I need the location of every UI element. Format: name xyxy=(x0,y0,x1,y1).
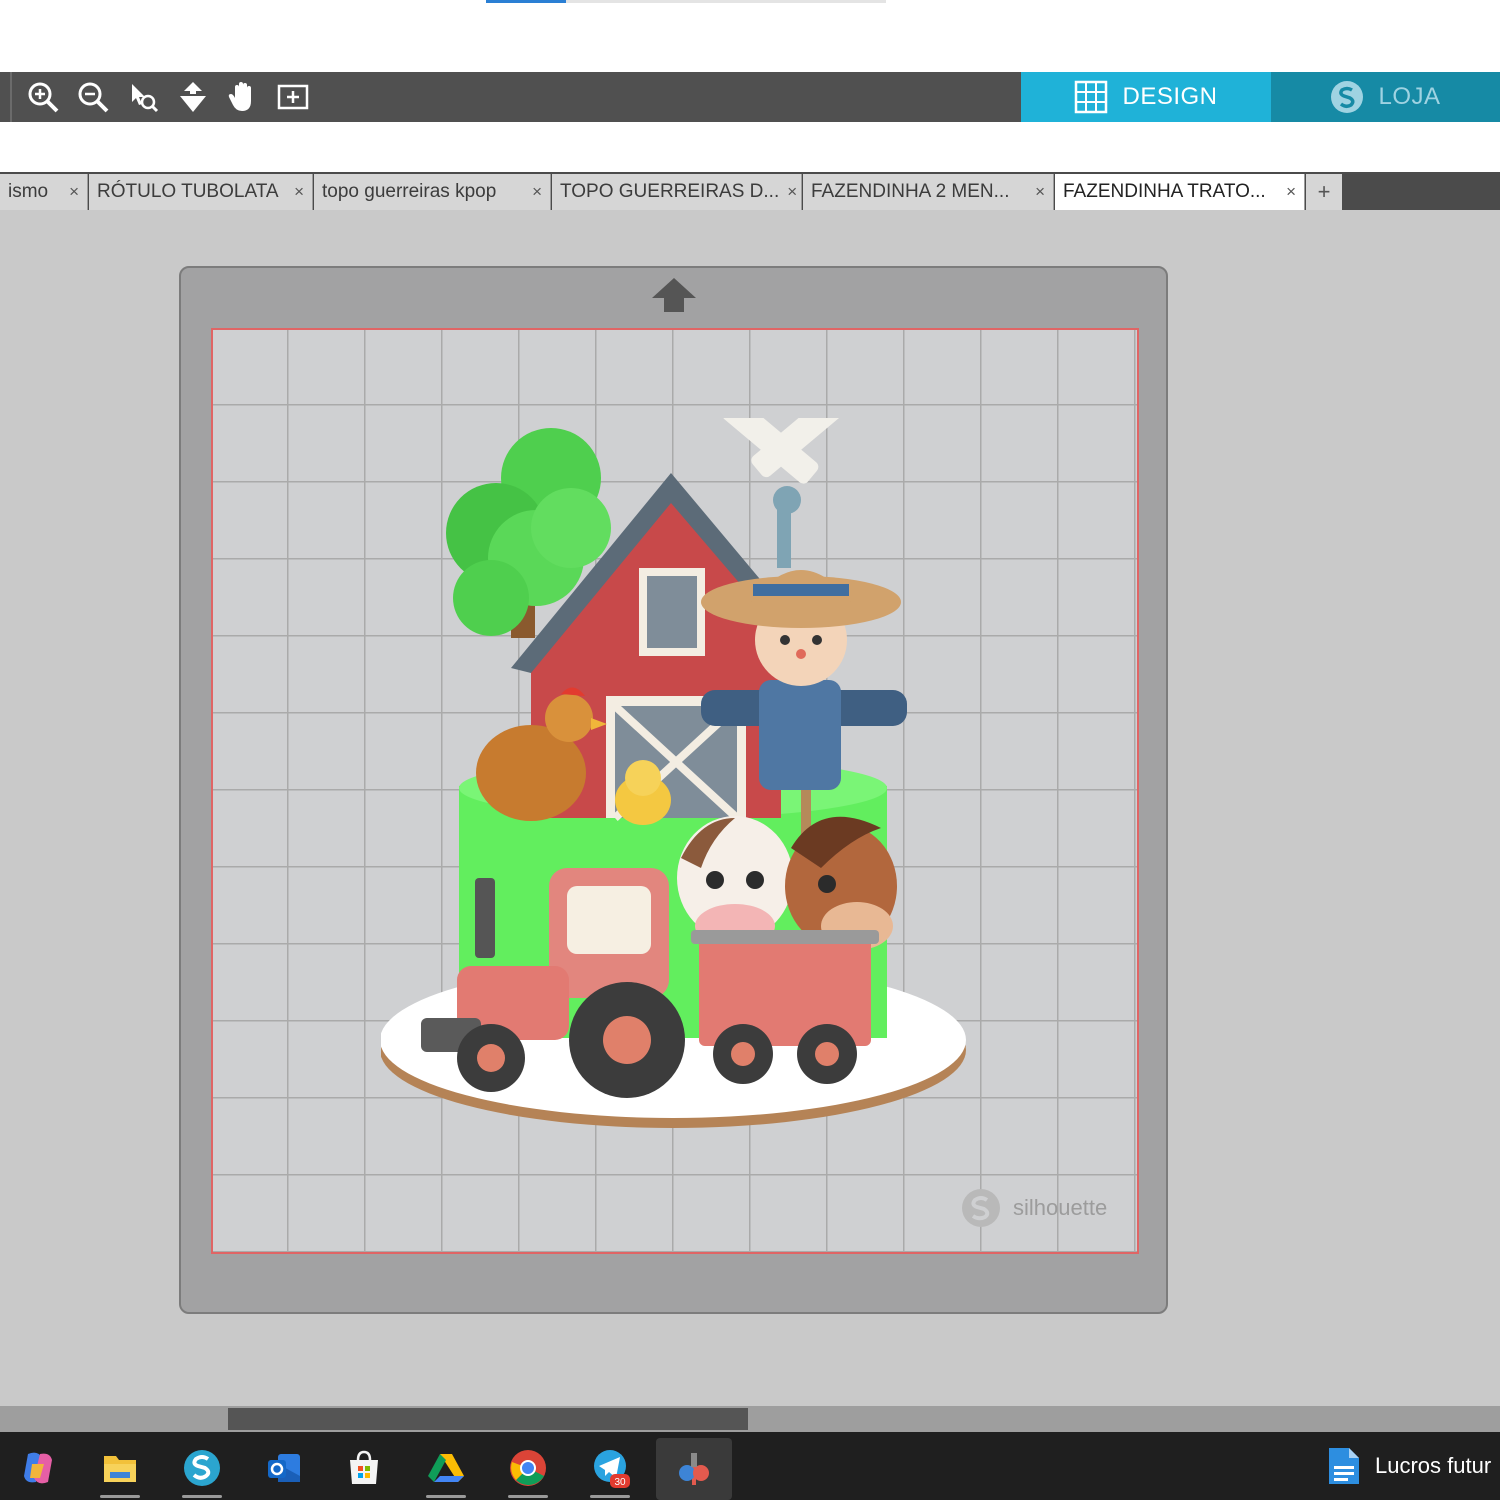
feed-direction-arrow-icon xyxy=(652,278,696,312)
design-tab[interactable]: DESIGN xyxy=(1021,72,1271,122)
pan-hand-button[interactable] xyxy=(224,78,262,116)
taskbar-chrome[interactable] xyxy=(496,1438,560,1498)
chrome-icon xyxy=(510,1450,546,1486)
toolbar-separator xyxy=(10,72,12,122)
loading-progress-fill xyxy=(486,0,566,3)
cut-area-grid[interactable]: silhouette xyxy=(211,328,1139,1254)
outlook-icon xyxy=(268,1454,300,1482)
design-tab-label: DESIGN xyxy=(1122,83,1218,110)
store-tab-label: LOJA xyxy=(1378,83,1441,110)
taskbar-cutting-app[interactable] xyxy=(656,1438,732,1500)
tab-label: FAZENDINHA 2 MEN... xyxy=(811,181,1010,202)
taskbar-outlook[interactable] xyxy=(252,1438,316,1498)
taskbar-copilot[interactable] xyxy=(6,1438,70,1498)
tab-label: TOPO GUERREIRAS D... xyxy=(560,181,780,202)
taskbar-microsoft-store[interactable] xyxy=(332,1438,396,1498)
document-tab-active[interactable]: FAZENDINHA TRATO... × xyxy=(1055,174,1305,210)
google-drive-icon xyxy=(428,1454,464,1482)
close-tab-icon[interactable]: × xyxy=(787,182,797,202)
zoom-out-icon xyxy=(78,82,109,113)
microsoft-store-icon xyxy=(350,1450,378,1484)
document-tab[interactable]: FAZENDINHA 2 MEN... × xyxy=(803,174,1054,210)
windmill xyxy=(722,418,848,568)
zoom-select-button[interactable] xyxy=(124,78,162,116)
zoom-in-icon xyxy=(28,82,59,113)
document-tab[interactable]: RÓTULO TUBOLATA × xyxy=(89,174,313,210)
horizontal-scrollbar[interactable] xyxy=(0,1406,1500,1432)
document-file-icon xyxy=(1329,1448,1359,1484)
document-tab[interactable]: ismo × xyxy=(0,174,88,210)
silhouette-logo-icon xyxy=(962,1189,1000,1227)
document-tab-bar: ismo × RÓTULO TUBOLATA × topo guerreiras… xyxy=(0,172,1500,210)
taskbar-google-drive[interactable] xyxy=(414,1438,478,1498)
zoom-out-button[interactable] xyxy=(74,78,112,116)
taskbar-file-explorer[interactable] xyxy=(88,1438,152,1498)
taskbar-telegram[interactable]: 30 xyxy=(578,1438,642,1498)
zoom-select-icon xyxy=(132,84,159,113)
hand-icon xyxy=(228,82,251,111)
cutting-mat[interactable]: silhouette xyxy=(179,266,1168,1314)
taskbar-open-file[interactable]: Lucros futur xyxy=(1325,1446,1491,1486)
document-tab[interactable]: TOPO GUERREIRAS D... × xyxy=(552,174,802,210)
view-toolbar: DESIGN LOJA xyxy=(0,72,1500,122)
pan-down-button[interactable] xyxy=(174,78,212,116)
silhouette-watermark: silhouette xyxy=(961,1188,1107,1228)
loading-progress-bar xyxy=(486,0,886,3)
pan-down-icon xyxy=(180,82,206,112)
zoom-in-button[interactable] xyxy=(24,78,62,116)
close-tab-icon[interactable]: × xyxy=(294,182,304,202)
open-file-label: Lucros futur xyxy=(1375,1453,1492,1478)
top-strip xyxy=(0,0,1500,72)
store-tab[interactable]: LOJA xyxy=(1271,72,1500,122)
document-tab[interactable]: topo guerreiras kpop × xyxy=(314,174,551,210)
fit-to-page-button[interactable] xyxy=(274,78,312,116)
close-tab-icon[interactable]: × xyxy=(1286,182,1296,202)
tab-label: FAZENDINHA TRATO... xyxy=(1063,181,1266,202)
silhouette-studio-icon xyxy=(184,1450,220,1486)
cutting-app-icon xyxy=(679,1453,709,1485)
tab-label: ismo xyxy=(8,181,49,202)
tab-label: RÓTULO TUBOLATA xyxy=(97,181,279,202)
add-tab-button[interactable]: + xyxy=(1306,174,1342,210)
windows-taskbar: 30 Lucros futur xyxy=(0,1432,1500,1500)
tab-label: topo guerreiras kpop xyxy=(322,181,497,202)
file-explorer-icon xyxy=(104,1456,136,1482)
copilot-icon xyxy=(24,1452,52,1484)
close-tab-icon[interactable]: × xyxy=(1035,182,1045,202)
close-tab-icon[interactable]: × xyxy=(532,182,542,202)
telegram-icon: 30 xyxy=(594,1450,630,1488)
taskbar-silhouette-studio[interactable] xyxy=(170,1438,234,1498)
design-workspace[interactable]: silhouette xyxy=(0,210,1500,1406)
grid-icon xyxy=(1075,80,1108,114)
ribbon-area xyxy=(0,122,1500,172)
fit-to-page-icon xyxy=(277,84,309,110)
close-tab-icon[interactable]: × xyxy=(69,182,79,202)
farm-cake-topper-artwork[interactable] xyxy=(381,418,973,1160)
silhouette-logo-icon xyxy=(1331,81,1364,113)
scrollbar-thumb[interactable] xyxy=(228,1408,748,1430)
telegram-badge: 30 xyxy=(614,1477,626,1488)
watermark-text: silhouette xyxy=(1013,1195,1108,1220)
